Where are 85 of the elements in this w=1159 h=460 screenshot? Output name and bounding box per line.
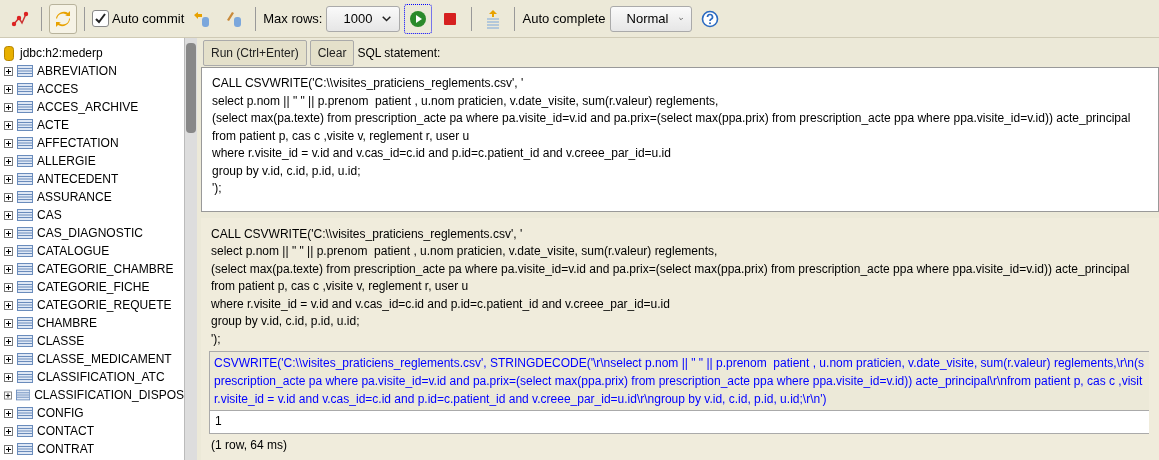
scrollbar-thumb[interactable] bbox=[186, 43, 196, 133]
table-name[interactable]: CATEGORIE_FICHE bbox=[37, 280, 150, 294]
table-icon bbox=[17, 191, 33, 203]
chevron-icon bbox=[382, 14, 392, 23]
table-name[interactable]: ACCES_ARCHIVE bbox=[37, 100, 139, 114]
expand-icon[interactable] bbox=[4, 210, 13, 220]
table-name[interactable]: CONFIG bbox=[37, 406, 84, 420]
table-icon bbox=[17, 245, 33, 257]
table-icon bbox=[17, 119, 33, 131]
table-icon bbox=[17, 173, 33, 185]
expand-icon[interactable] bbox=[4, 174, 13, 184]
table-name[interactable]: ACCES bbox=[37, 82, 79, 96]
table-name[interactable]: CLASSIFICATION_ATC bbox=[37, 370, 165, 384]
table-name[interactable]: CAS_DIAGNOSTIC bbox=[37, 226, 144, 240]
table-name[interactable]: CATALOGUE bbox=[37, 244, 110, 258]
sql-statement-label: SQL statement: bbox=[357, 45, 441, 60]
refresh-icon bbox=[54, 9, 72, 28]
table-icon bbox=[17, 371, 33, 383]
table-name[interactable]: CATEGORIE_CHAMBRE bbox=[37, 262, 174, 276]
expand-icon[interactable] bbox=[4, 444, 13, 454]
expand-icon[interactable] bbox=[4, 408, 13, 418]
table-icon bbox=[17, 299, 33, 311]
table-name[interactable]: CLASSIFICATION_DISPOS bbox=[34, 388, 184, 402]
table-icon bbox=[17, 443, 33, 455]
column-header: CSVWRITE('C:\\visites_praticiens_reglements.csv', STRINGDECODE('\r\nselect p.nom || " " || p.prenom patient , u.nom praticien, v.date_visite, sum(r.valeur) reglements,\r\n(s prescription_acte pa where pa.visite_id=v.id and pa.prix=(select max(ppa.prix) from prescription_acte ppa where ppa.visite_id=v.id)) acte_principal\r\nfrom patient p, cas c ,visit r.visite_id = v.id and v.cas_id=c.id and p.id=c.patient_id and v.creee_par_id=u.id\r\ngroup by v.id, c.id, p.id, u.id;\r\n') bbox=[210, 352, 1149, 411]
table-icon bbox=[17, 65, 33, 77]
table-icon bbox=[17, 317, 33, 329]
table-name[interactable]: ANTECEDENT bbox=[37, 172, 119, 186]
expand-icon[interactable] bbox=[4, 282, 13, 292]
max-rows-dropdown[interactable]: 1000 bbox=[326, 5, 401, 32]
table-name[interactable]: CATEGORIE_REQUETE bbox=[37, 298, 172, 312]
table-name[interactable]: ACTE bbox=[37, 118, 69, 132]
database-icon bbox=[4, 45, 14, 61]
expand-icon[interactable] bbox=[4, 390, 12, 400]
expand-icon[interactable] bbox=[4, 192, 13, 202]
table-icon bbox=[17, 101, 33, 113]
table-name[interactable]: CAS bbox=[37, 208, 62, 222]
database-name[interactable]: jdbc:h2:mederp bbox=[20, 46, 103, 60]
table-icon bbox=[17, 353, 33, 365]
expand-icon[interactable] bbox=[4, 336, 13, 346]
table-icon bbox=[17, 83, 33, 95]
table-icon bbox=[17, 227, 33, 239]
expand-icon[interactable] bbox=[4, 84, 13, 94]
expand-icon[interactable] bbox=[4, 102, 13, 112]
table-icon bbox=[17, 335, 33, 347]
auto-complete-dropdown[interactable]: Normal bbox=[609, 5, 692, 32]
expand-icon[interactable] bbox=[4, 156, 13, 166]
expand-icon[interactable] bbox=[4, 318, 13, 328]
expand-icon[interactable] bbox=[4, 372, 13, 382]
executed-statement: CALL CSVWRITE('C:\\visites_praticiens_reglements.csv', ' select p.nom || " " || p.prenom patient , u.nom praticien, v.date_visite, sum(r.valeur) reglements, (select max(pa.texte) from prescription_acte pa where pa.visite_id=v.id and pa.prix=(select max(ppa.prix) from prescription_acte ppa where ppa.visite_id=v.id)) acte_principal from patient p, cas c ,visite v, reglement r, user u where r.visite_id = v.id and v.cas_id=c.id and p.id=c.patient_id and v.creee_par_id=u.id group by v.id, c.id, p.id, u.id; '); bbox=[211, 225, 1131, 348]
run-button[interactable]: Run (Ctrl+Enter) bbox=[203, 39, 307, 66]
table-name[interactable]: CONTACT bbox=[37, 424, 95, 438]
table-name[interactable]: ALLERGIE bbox=[37, 154, 96, 168]
table-name[interactable]: CLASSE_MEDICAMENT bbox=[37, 352, 172, 366]
table-icon bbox=[17, 407, 33, 419]
expand-icon[interactable] bbox=[4, 354, 13, 364]
table-name[interactable]: ABREVIATION bbox=[37, 64, 117, 78]
table-icon bbox=[17, 425, 33, 437]
clear-button[interactable]: Clear bbox=[309, 39, 355, 66]
table-name[interactable]: AFFECTATION bbox=[37, 136, 119, 150]
expand-icon[interactable] bbox=[4, 426, 13, 436]
table-icon bbox=[17, 155, 33, 167]
table-name[interactable]: CONTRAT bbox=[37, 442, 95, 456]
auto-complete-label: Auto complete bbox=[522, 11, 606, 26]
sql-editor[interactable]: CALL CSVWRITE('C:\\visites_praticiens_reglements.csv', ' select p.nom || " " || p.prenom patient , u.nom praticien, v.date_visite, sum(r.valeur) reglements, (select max(pa.texte) from prescription_acte pa where pa.visite_id=v.id and pa.prix=(select max(ppa.prix) from prescription_acte ppa where ppa.visite_id=v.id)) acte_principal from patient p, cas c ,visite v, reglement r, user u where r.visite_id = v.id and v.cas_id=c.id and p.id=c.patient_id and v.creee_par_id=u.id group by v.id, c.id, p.id, u.id; '); bbox=[201, 67, 1159, 212]
expand-icon[interactable] bbox=[4, 246, 13, 256]
table-icon bbox=[17, 209, 33, 221]
expand-icon[interactable] bbox=[4, 138, 13, 148]
expand-icon[interactable] bbox=[4, 66, 13, 76]
max-rows-label: Max rows: bbox=[263, 11, 323, 26]
table-name[interactable]: ASSURANCE bbox=[37, 190, 112, 204]
table-icon bbox=[17, 281, 33, 293]
expand-icon[interactable] bbox=[4, 120, 13, 130]
table-icon bbox=[16, 389, 31, 401]
auto-commit-label[interactable]: Auto commit bbox=[112, 11, 185, 26]
expand-icon[interactable] bbox=[4, 264, 13, 274]
result-status: (1 row, 64 ms) bbox=[211, 438, 288, 452]
table-name[interactable]: CHAMBRE bbox=[37, 316, 97, 330]
auto-commit-checkbox[interactable] bbox=[92, 10, 109, 27]
table-icon bbox=[17, 263, 33, 275]
expand-icon[interactable] bbox=[4, 228, 13, 238]
table-cell: 1 bbox=[215, 414, 222, 428]
expand-icon[interactable] bbox=[4, 300, 13, 310]
table-icon bbox=[17, 137, 33, 149]
table-name[interactable]: CLASSE bbox=[37, 334, 85, 348]
